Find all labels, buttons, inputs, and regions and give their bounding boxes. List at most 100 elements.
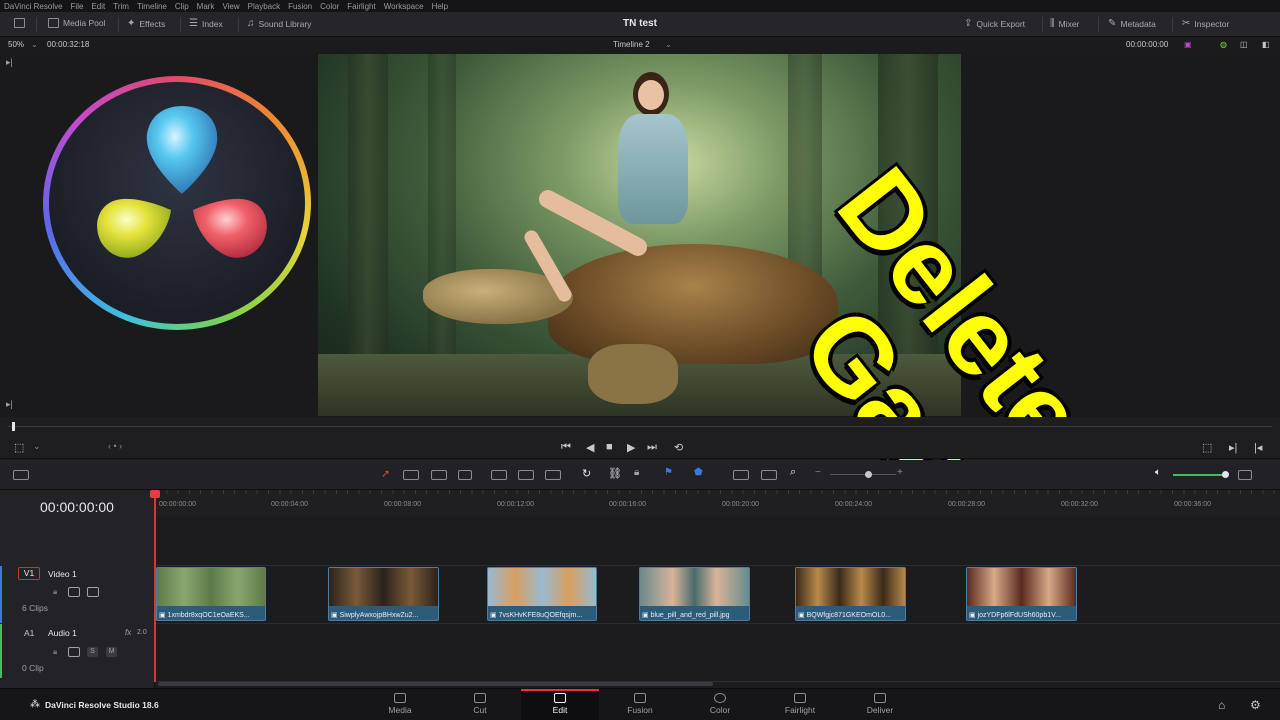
replace-clip-icon[interactable] xyxy=(545,470,561,480)
audio-track-lane[interactable] xyxy=(0,624,1280,682)
selection-tool-icon[interactable]: ➚ xyxy=(381,467,390,480)
chevron-down-icon[interactable]: ⌄ xyxy=(665,40,672,49)
marker-icon[interactable]: ⬟ xyxy=(694,467,703,478)
menu-mark[interactable]: Mark xyxy=(197,2,215,11)
prev-edit-icon[interactable]: |◂ xyxy=(1254,441,1262,454)
page-tab-fusion[interactable]: Fusion xyxy=(601,689,679,720)
dual-viewer-icon[interactable]: ◫ xyxy=(1240,40,1248,49)
timeline-timecode[interactable]: 00:00:00:00 xyxy=(40,499,114,515)
timeline-clip[interactable]: 7vsKHvKFE8uQOEfqsjm... xyxy=(487,567,597,621)
volume-slider[interactable] xyxy=(1173,474,1225,476)
menu-trim[interactable]: Trim xyxy=(113,2,129,11)
timeline-clip[interactable]: SiwplyAwxojpBHxwZu2... xyxy=(328,567,439,621)
insert-clip-icon[interactable] xyxy=(491,470,507,480)
blade-tool-icon[interactable] xyxy=(458,470,472,480)
effects-button[interactable]: ✦ Effects xyxy=(127,18,165,29)
scrub-bar[interactable] xyxy=(0,417,1280,437)
media-pool-button[interactable]: Media Pool xyxy=(48,18,106,28)
menu-color[interactable]: Color xyxy=(320,2,339,11)
page-tab-deliver[interactable]: Deliver xyxy=(841,689,919,720)
menu-timeline[interactable]: Timeline xyxy=(137,2,167,11)
page-tab-cut[interactable]: Cut xyxy=(441,689,519,720)
snapping-icon[interactable]: ↻ xyxy=(582,467,591,480)
menu-fusion[interactable]: Fusion xyxy=(288,2,312,11)
video-track-name[interactable]: Video 1 xyxy=(48,569,77,579)
overwrite-clip-icon[interactable] xyxy=(518,470,534,480)
expand-left-icon[interactable]: ▸| xyxy=(6,399,13,410)
fx-icon[interactable]: fx xyxy=(125,628,131,637)
playhead[interactable] xyxy=(154,492,156,682)
dim-audio-icon[interactable] xyxy=(1238,470,1252,480)
trim-tool-icon[interactable] xyxy=(403,470,419,480)
scrub-playhead[interactable] xyxy=(12,422,15,431)
page-tab-color[interactable]: Color xyxy=(681,689,759,720)
chevron-down-icon[interactable]: ⌄ xyxy=(31,40,38,49)
next-edit-icon[interactable]: ▸| xyxy=(1229,441,1237,454)
audio-track-name[interactable]: Audio 1 xyxy=(48,628,77,638)
menu-file[interactable]: File xyxy=(71,2,84,11)
zoom-select[interactable]: 50% xyxy=(8,40,24,49)
menu-help[interactable]: Help xyxy=(432,2,448,11)
lock-icon[interactable]: 🔒︎ xyxy=(53,587,57,597)
expand-left-icon[interactable]: ▸| xyxy=(6,57,13,68)
chevron-down-icon[interactable]: ⌄ xyxy=(33,441,41,452)
zoom-custom-icon[interactable]: ⌕ xyxy=(790,466,796,479)
fullscreen-icon[interactable]: ◧ xyxy=(1262,40,1270,49)
monitor-icon[interactable] xyxy=(14,18,25,28)
jog-control[interactable]: ‹ • › xyxy=(108,441,122,451)
page-tab-media[interactable]: Media xyxy=(361,689,439,720)
lock-icon[interactable]: 🔒︎ xyxy=(634,467,639,478)
zoom-slider-thumb[interactable] xyxy=(865,471,872,478)
menu-davinci[interactable]: DaVinci Resolve xyxy=(4,2,63,11)
zoom-in-icon[interactable]: + xyxy=(897,467,903,478)
playhead-handle[interactable] xyxy=(150,490,160,498)
menu-edit[interactable]: Edit xyxy=(91,2,105,11)
index-button[interactable]: ☰ Index xyxy=(189,18,223,29)
menu-workspace[interactable]: Workspace xyxy=(384,2,424,11)
auto-select-icon[interactable] xyxy=(68,647,80,657)
color-wheel-icon[interactable]: ◍ xyxy=(1220,40,1227,49)
dolby-icon[interactable]: ▣ xyxy=(1184,40,1192,49)
timeline-options-icon[interactable] xyxy=(13,470,29,480)
sound-library-button[interactable]: ♫ Sound Library xyxy=(247,18,311,29)
track-id-v1[interactable]: V1 xyxy=(18,567,40,580)
timeline-scrollbar[interactable] xyxy=(158,682,713,686)
timeline-clip[interactable]: BQWfgjc871GKEOmOL0... xyxy=(795,567,906,621)
flag-icon[interactable]: ⚑ xyxy=(664,467,673,478)
timeline-clip[interactable]: 1xmbdr8xqOC1eOaEKS... xyxy=(156,567,266,621)
menu-fairlight[interactable]: Fairlight xyxy=(347,2,375,11)
stop-icon[interactable]: ■ xyxy=(606,441,613,453)
match-frame-icon[interactable]: ⬚ xyxy=(1202,441,1212,454)
mute-button[interactable]: M xyxy=(106,647,117,657)
timeline-clip[interactable]: jozYDFp6lFdUSh60pb1V... xyxy=(966,567,1077,621)
auto-select-icon[interactable] xyxy=(68,587,80,597)
metadata-button[interactable]: ✎ Metadata xyxy=(1108,18,1156,29)
mixer-button[interactable]: ⫼ Mixer xyxy=(1050,18,1079,29)
dynamic-trim-icon[interactable] xyxy=(431,470,447,480)
timeline-name-select[interactable]: Timeline 2 xyxy=(613,40,650,49)
solo-button[interactable]: S xyxy=(87,647,98,657)
menu-playback[interactable]: Playback xyxy=(248,2,280,11)
home-icon[interactable]: ⌂ xyxy=(1218,698,1225,712)
page-tab-edit[interactable]: Edit xyxy=(521,689,599,720)
skip-end-icon[interactable]: ⏭ xyxy=(647,441,657,454)
play-icon[interactable]: ▶ xyxy=(627,441,635,454)
page-tab-fairlight[interactable]: Fairlight xyxy=(761,689,839,720)
inspector-button[interactable]: ✂ Inspector xyxy=(1182,18,1229,29)
play-reverse-icon[interactable]: ◀ xyxy=(586,441,594,454)
menu-view[interactable]: View xyxy=(222,2,239,11)
skip-start-icon[interactable]: ⏮ xyxy=(561,441,571,454)
timeline-clip[interactable]: blue_pill_and_red_pill.jpg xyxy=(639,567,750,621)
timeline-ruler[interactable]: 00:00:00:00 00:00:04:00 00:00:08:00 00:0… xyxy=(155,490,1280,516)
zoom-full-icon[interactable] xyxy=(733,470,749,480)
quick-export-button[interactable]: ⇪ Quick Export xyxy=(964,18,1025,29)
link-icon[interactable]: ⛓ xyxy=(608,467,622,480)
track-id-a1[interactable]: A1 xyxy=(24,628,34,638)
lock-icon[interactable]: 🔒︎ xyxy=(53,647,57,657)
zoom-detail-icon[interactable] xyxy=(761,470,777,480)
loop-icon[interactable]: ⟲ xyxy=(674,441,683,454)
volume-slider-thumb[interactable] xyxy=(1222,471,1229,478)
track-enable-icon[interactable] xyxy=(87,587,99,597)
viewer-overlay-icon[interactable]: ⬚ xyxy=(14,441,24,454)
zoom-out-icon[interactable]: − xyxy=(815,467,821,478)
